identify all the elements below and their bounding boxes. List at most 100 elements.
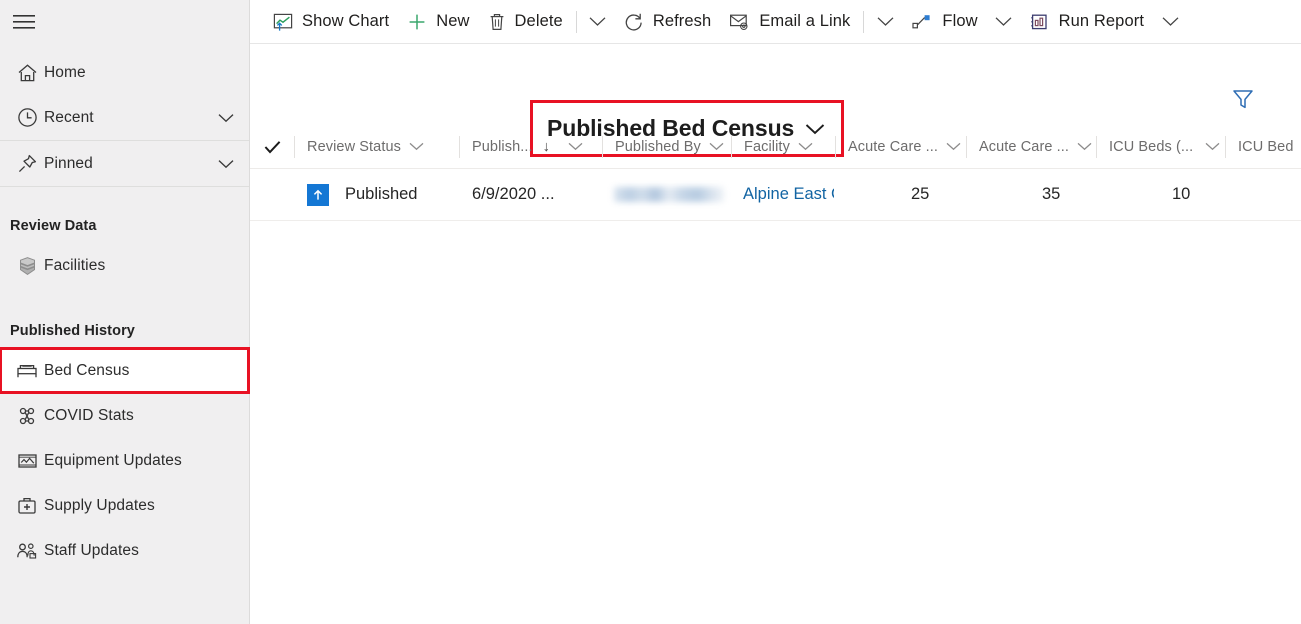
overflow-chevron-4[interactable] bbox=[1153, 0, 1187, 44]
sidebar-item-label: COVID Stats bbox=[44, 406, 134, 424]
overflow-chevron-1[interactable] bbox=[581, 0, 615, 44]
email-icon bbox=[729, 12, 750, 31]
chevron-down-icon[interactable] bbox=[798, 142, 813, 151]
new-button[interactable]: New bbox=[398, 0, 478, 44]
main-content: Show Chart New Delete Refresh Email a Li… bbox=[250, 0, 1301, 624]
sort-descending-icon: ↓ bbox=[542, 138, 550, 155]
email-a-link-button[interactable]: Email a Link bbox=[720, 0, 859, 44]
sidebar-item-label: Recent bbox=[44, 108, 94, 126]
sidebar-item-label: Staff Updates bbox=[44, 541, 139, 559]
sidebar-item-covid-stats[interactable]: COVID Stats bbox=[0, 393, 249, 438]
cell-published-on: 6/9/2020 ... bbox=[472, 185, 555, 203]
column-header-acute-care-2[interactable]: Acute Care ... bbox=[967, 125, 1096, 169]
filter-icon[interactable] bbox=[1231, 88, 1255, 115]
sidebar-item-label: Facilities bbox=[44, 256, 106, 274]
run-report-button[interactable]: Run Report bbox=[1021, 0, 1153, 44]
grid-header-row: Review Status Publish... ↓ Published By … bbox=[250, 125, 1301, 169]
column-header-facility[interactable]: Facility bbox=[732, 125, 835, 169]
flow-icon bbox=[911, 13, 933, 31]
report-icon bbox=[1030, 12, 1050, 32]
people-icon bbox=[10, 541, 44, 560]
show-chart-label: Show Chart bbox=[302, 12, 390, 30]
sidebar-item-recent[interactable]: Recent bbox=[0, 95, 249, 140]
sidebar-item-label: Supply Updates bbox=[44, 496, 155, 514]
column-header-icu-beds-1[interactable]: ICU Beds (... bbox=[1097, 125, 1225, 169]
email-a-link-label: Email a Link bbox=[759, 12, 851, 30]
flow-button[interactable]: Flow bbox=[902, 0, 986, 44]
column-label: Facility bbox=[744, 138, 790, 155]
column-header-published-by[interactable]: Published By bbox=[603, 125, 731, 169]
medkit-icon bbox=[10, 496, 44, 515]
hamburger-icon[interactable] bbox=[0, 0, 48, 44]
sidebar-item-staff-updates[interactable]: Staff Updates bbox=[0, 528, 249, 573]
column-label: ICU Bed bbox=[1238, 138, 1294, 155]
chart-icon bbox=[273, 12, 293, 32]
sidebar-item-pinned[interactable]: Pinned bbox=[0, 141, 249, 186]
column-label: Review Status bbox=[307, 138, 401, 155]
flow-label: Flow bbox=[942, 12, 978, 30]
sidebar-item-label: Home bbox=[44, 63, 86, 81]
run-report-label: Run Report bbox=[1058, 12, 1145, 30]
cell-acute-care-2: 35 bbox=[1042, 185, 1061, 203]
refresh-icon bbox=[624, 12, 644, 32]
cell-icu-beds-1: 10 bbox=[1172, 185, 1191, 203]
chevron-down-icon[interactable] bbox=[1077, 142, 1092, 151]
chevron-down-icon[interactable] bbox=[568, 142, 583, 151]
new-label: New bbox=[436, 12, 470, 30]
monitor-icon bbox=[10, 452, 44, 470]
toolbar-separator bbox=[575, 10, 577, 33]
column-label: ICU Beds (... bbox=[1109, 138, 1194, 155]
column-label: Acute Care ... bbox=[979, 138, 1070, 155]
trash-icon bbox=[488, 12, 506, 32]
published-arrow-icon bbox=[307, 183, 329, 206]
cell-review-status: Published bbox=[295, 169, 459, 221]
overflow-chevron-2[interactable] bbox=[868, 0, 902, 44]
sidebar-item-label: Bed Census bbox=[44, 361, 130, 379]
pin-icon bbox=[10, 153, 44, 174]
toolbar-separator bbox=[863, 10, 865, 33]
delete-label: Delete bbox=[514, 12, 563, 30]
data-grid: Review Status Publish... ↓ Published By … bbox=[250, 125, 1301, 221]
column-header-published-on[interactable]: Publish... ↓ bbox=[460, 125, 564, 169]
plus-icon bbox=[407, 12, 427, 32]
refresh-button[interactable]: Refresh bbox=[615, 0, 720, 44]
app-root: Home Recent Pinned Review Data Facilitie… bbox=[0, 0, 1301, 624]
sidebar-group-title-review-data: Review Data bbox=[10, 218, 97, 234]
sidebar-group-title-published-history: Published History bbox=[10, 323, 135, 339]
sidebar-item-equipment-updates[interactable]: Equipment Updates bbox=[0, 438, 249, 483]
chevron-down-icon[interactable] bbox=[409, 142, 424, 151]
table-row[interactable]: Published 6/9/2020 ... Alpine East Ger 2… bbox=[250, 169, 1301, 221]
column-header-published-on-menu[interactable] bbox=[564, 125, 602, 169]
column-header-review-status[interactable]: Review Status bbox=[295, 125, 459, 169]
sidebar-item-label: Equipment Updates bbox=[44, 451, 182, 469]
column-label: Publish... bbox=[472, 138, 533, 155]
sidebar-item-facilities[interactable]: Facilities bbox=[0, 243, 249, 288]
sidebar-item-supply-updates[interactable]: Supply Updates bbox=[0, 483, 249, 528]
chevron-down-icon[interactable] bbox=[709, 142, 724, 151]
cell-facility[interactable]: Alpine East Ger bbox=[731, 169, 834, 221]
sidebar-item-label: Pinned bbox=[44, 154, 93, 172]
bed-icon bbox=[10, 362, 44, 380]
column-header-icu-beds-2[interactable]: ICU Bed bbox=[1226, 125, 1296, 169]
select-all-checkbox[interactable] bbox=[250, 140, 294, 154]
chevron-down-icon[interactable] bbox=[215, 113, 237, 123]
chevron-down-icon[interactable] bbox=[1205, 142, 1220, 151]
database-icon bbox=[10, 256, 44, 276]
command-bar: Show Chart New Delete Refresh Email a Li… bbox=[250, 0, 1301, 44]
sidebar-item-bed-census[interactable]: Bed Census bbox=[0, 347, 250, 394]
refresh-label: Refresh bbox=[652, 12, 712, 30]
clock-icon bbox=[10, 107, 44, 128]
sidebar: Home Recent Pinned Review Data Facilitie… bbox=[0, 0, 250, 624]
column-header-acute-care-1[interactable]: Acute Care ... bbox=[836, 125, 966, 169]
overflow-chevron-3[interactable] bbox=[987, 0, 1021, 44]
column-label: Acute Care ... bbox=[848, 138, 939, 155]
show-chart-button[interactable]: Show Chart bbox=[264, 0, 398, 44]
cell-published-by bbox=[602, 169, 730, 221]
delete-button[interactable]: Delete bbox=[479, 0, 572, 44]
column-label: Published By bbox=[615, 138, 701, 155]
sidebar-item-home[interactable]: Home bbox=[0, 50, 249, 95]
chevron-down-icon[interactable] bbox=[215, 159, 237, 169]
home-icon bbox=[10, 63, 44, 83]
chevron-down-icon[interactable] bbox=[946, 142, 961, 151]
view-selector-row: Published Bed Census S bbox=[250, 44, 1301, 157]
